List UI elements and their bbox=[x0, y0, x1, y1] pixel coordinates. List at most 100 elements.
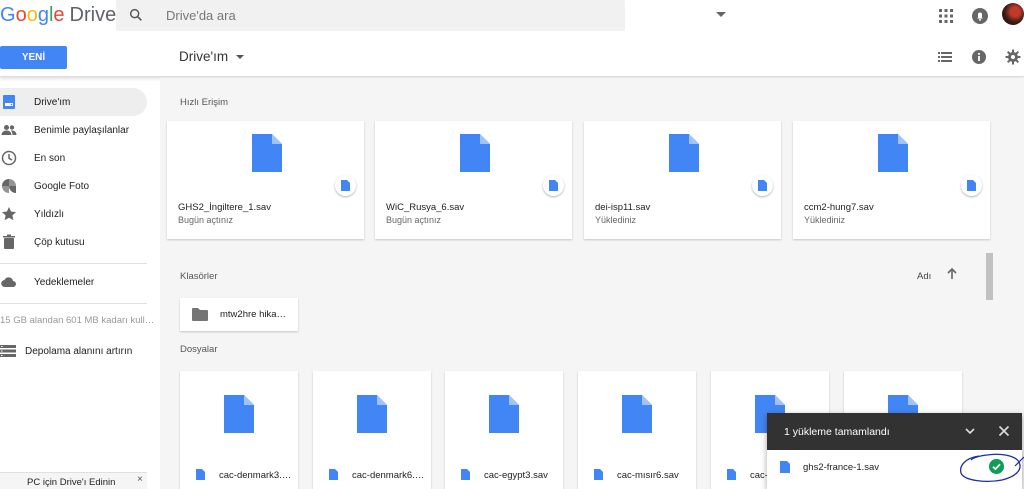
photos-icon bbox=[2, 179, 16, 193]
gear-icon[interactable] bbox=[1005, 49, 1021, 65]
search-input[interactable] bbox=[166, 6, 586, 24]
file-type-badge bbox=[752, 175, 773, 196]
scrollbar-thumb[interactable] bbox=[986, 253, 993, 300]
page-title[interactable]: Drive'ım bbox=[179, 49, 245, 64]
file-type-badge bbox=[961, 175, 982, 196]
star-icon bbox=[1, 207, 16, 221]
sidebar-item-recent[interactable]: En son bbox=[0, 144, 147, 172]
file-type-icon bbox=[594, 469, 603, 480]
file-icon bbox=[967, 180, 976, 191]
info-icon[interactable] bbox=[971, 49, 987, 65]
quick-access-card[interactable]: dei-isp11.sav Yüklediniz bbox=[584, 121, 781, 239]
sidebar-item-label: En son bbox=[34, 152, 66, 164]
file-icon bbox=[357, 395, 387, 433]
file-name: cac-egypt3.sav bbox=[484, 470, 548, 481]
sidebar-item-label: Çöp kutusu bbox=[34, 236, 85, 248]
quick-access-card[interactable]: WiC_Rusya_6.sav Bugün açtınız bbox=[375, 121, 572, 239]
list-view-icon[interactable] bbox=[937, 49, 953, 65]
people-icon bbox=[1, 125, 17, 135]
sidebar-item-label: Yedeklemeler bbox=[34, 276, 95, 288]
sidebar-item-label: Google Foto bbox=[34, 180, 90, 192]
file-activity: Yüklediniz bbox=[595, 215, 637, 225]
sidebar-item-my-drive[interactable]: Drive'ım bbox=[0, 88, 147, 116]
close-icon[interactable]: × bbox=[137, 474, 143, 485]
upgrade-storage-link[interactable]: Depolama alanını artırın bbox=[0, 342, 147, 360]
file-card[interactable]: cac-mısır6.sav bbox=[578, 371, 696, 489]
file-icon bbox=[252, 134, 282, 172]
file-activity: Bugün açtınız bbox=[386, 215, 442, 225]
toolbar: YENİ Drive'ım bbox=[0, 32, 1024, 77]
arrow-up-icon[interactable] bbox=[946, 267, 958, 281]
file-icon bbox=[489, 395, 519, 433]
file-activity: Bugün açtınız bbox=[178, 215, 234, 225]
logo-product-name: Drive bbox=[69, 4, 117, 26]
cloud-icon bbox=[1, 277, 16, 288]
file-name: cac-denmark6.sav bbox=[352, 470, 428, 481]
quick-access-heading: Hızlı Erişim bbox=[180, 97, 229, 108]
upload-status-title: 1 yükleme tamamlandı bbox=[784, 426, 890, 438]
file-type-icon bbox=[727, 469, 736, 480]
storage-icon bbox=[0, 345, 16, 357]
new-button[interactable]: YENİ bbox=[0, 46, 67, 69]
file-icon bbox=[758, 180, 767, 191]
file-card[interactable]: cac-denmark3.sav bbox=[180, 371, 298, 489]
folders-heading: Klasörler bbox=[180, 271, 218, 282]
promo-text: PC için Drive'ı Edinin bbox=[27, 477, 116, 488]
chevron-down-icon[interactable] bbox=[964, 425, 976, 437]
close-icon[interactable] bbox=[998, 425, 1010, 437]
file-type-icon bbox=[461, 469, 470, 480]
search-bar[interactable] bbox=[116, 0, 726, 31]
file-card[interactable]: cac-denmark6.sav bbox=[313, 371, 431, 489]
sidebar-item-backups[interactable]: Yedeklemeler bbox=[0, 268, 147, 296]
sidebar-divider bbox=[0, 263, 147, 264]
sidebar-item-starred[interactable]: Yıldızlı bbox=[0, 200, 147, 228]
sidebar-divider bbox=[0, 303, 147, 304]
notifications-icon[interactable] bbox=[970, 6, 990, 26]
drive-icon bbox=[3, 95, 15, 109]
file-type-badge bbox=[335, 175, 356, 196]
folder-icon bbox=[192, 308, 208, 321]
uploaded-file-name: ghs2-france-1.sav bbox=[803, 462, 880, 473]
apps-grid-icon[interactable] bbox=[936, 6, 956, 26]
sidebar-item-photos[interactable]: Google Foto bbox=[0, 172, 147, 200]
quick-access-card[interactable]: GHS2_İngiltere_1.sav Bugün açtınız bbox=[167, 121, 364, 239]
file-icon bbox=[878, 134, 908, 172]
file-icon bbox=[780, 461, 790, 473]
file-icon bbox=[549, 180, 558, 191]
chevron-down-icon bbox=[236, 54, 245, 59]
file-name: ccm2-hung7.sav bbox=[804, 202, 874, 213]
file-icon bbox=[669, 134, 699, 172]
sidebar-item-trash[interactable]: Çöp kutusu bbox=[0, 228, 147, 256]
google-drive-logo[interactable]: Google Drive bbox=[0, 4, 116, 27]
avatar[interactable] bbox=[1002, 3, 1024, 25]
search-options-caret-icon[interactable] bbox=[716, 12, 726, 17]
file-card[interactable]: cac-egypt3.sav bbox=[445, 371, 563, 489]
file-icon bbox=[622, 395, 652, 433]
file-name: WiC_Rusya_6.sav bbox=[386, 202, 465, 213]
files-heading: Dosyalar bbox=[180, 344, 218, 355]
sidebar-item-label: Benimle paylaşılanlar bbox=[34, 124, 130, 136]
logo-letter: G bbox=[0, 4, 16, 26]
page-title-label: Drive'ım bbox=[179, 49, 229, 64]
logo-letter: e bbox=[53, 4, 65, 26]
file-icon bbox=[341, 180, 350, 191]
file-icon bbox=[224, 395, 254, 433]
file-activity: Yüklediniz bbox=[804, 215, 846, 225]
file-type-icon bbox=[196, 469, 205, 480]
folder-item[interactable]: mtw2hre hikayesi bbox=[180, 298, 298, 331]
file-name: cac-denmark3.sav bbox=[219, 470, 295, 481]
sidebar-item-label: Drive'ım bbox=[34, 96, 71, 108]
sort-by-name-button[interactable]: Adı bbox=[917, 271, 931, 282]
sidebar-item-shared[interactable]: Benimle paylaşılanlar bbox=[0, 116, 147, 144]
folder-name: mtw2hre hikayesi bbox=[220, 309, 290, 320]
search-icon[interactable] bbox=[128, 7, 144, 23]
drive-for-pc-promo[interactable]: PC için Drive'ı Edinin × bbox=[0, 472, 147, 489]
annotation-circle bbox=[959, 453, 1024, 482]
sidebar-item-label: Yıldızlı bbox=[34, 208, 65, 220]
upload-panel-header: 1 yükleme tamamlandı bbox=[767, 413, 1022, 450]
file-icon bbox=[460, 134, 490, 172]
logo-letter: o bbox=[15, 4, 27, 26]
file-type-badge bbox=[543, 175, 564, 196]
quick-access-card[interactable]: ccm2-hung7.sav Yüklediniz bbox=[793, 121, 990, 239]
file-name: cac-mısır6.sav bbox=[617, 470, 679, 481]
